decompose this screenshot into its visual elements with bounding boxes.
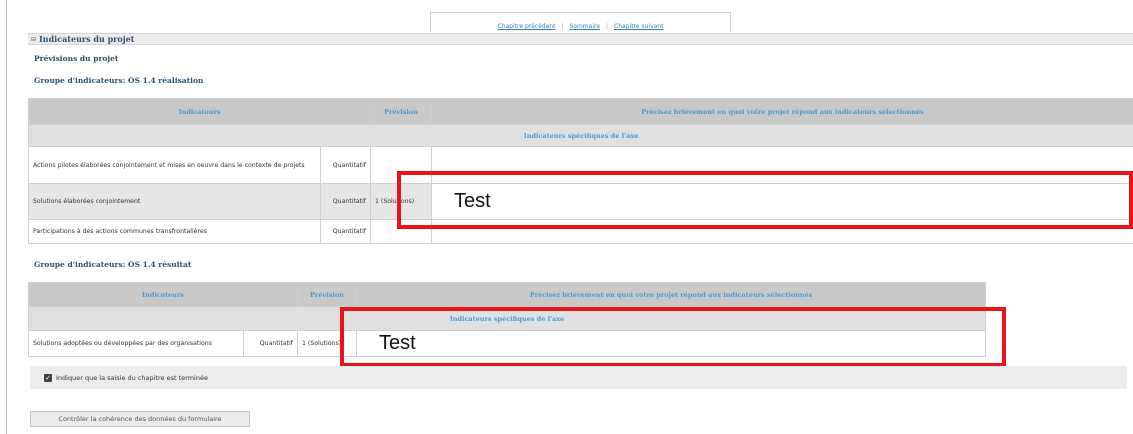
indicator-forecast: 1 (Solutions) [370, 183, 432, 220]
previous-chapter-link[interactable]: Chapitre précédent [498, 23, 556, 30]
col-header-description: Précisez brièvement en quoi votre projet… [356, 282, 986, 307]
table-row: Solutions élaborées conjointement Quanti… [28, 183, 1133, 220]
table-header-row: Indicateurs Prévision Précisez brièvemen… [28, 282, 986, 307]
col-header-description: Précisez brièvement en quoi votre projet… [431, 98, 1133, 125]
group1-title: Groupe d'indicateurs: OS 1.4 réalisation [34, 76, 204, 85]
table-row: Participations à des actions communes tr… [28, 219, 1133, 244]
table-header-row: Indicateurs Prévision Précisez brièvemen… [28, 98, 1133, 125]
indicator-type: Quantitatif [320, 183, 371, 220]
nav-separator: | [606, 23, 609, 30]
indicator-type: Quantitatif [320, 146, 371, 184]
indicator-label: Participations à des actions communes tr… [28, 219, 321, 244]
answer-value: Test [379, 332, 416, 354]
collapse-toggle-icon[interactable]: ⊟ [31, 36, 36, 43]
section-header[interactable]: ⊟ Indicateurs du projet [28, 33, 1133, 45]
answer-value: Test [454, 190, 491, 212]
answer-value [432, 220, 454, 242]
indicator-type: Quantitatif [320, 219, 371, 244]
indicator-forecast [370, 219, 432, 244]
indicator-label: Solutions adoptées ou développées par de… [28, 330, 244, 357]
group2-title: Groupe d'indicateurs: OS 1.4 résultat [34, 260, 192, 269]
section-title: Indicateurs du projet [39, 34, 135, 44]
next-chapter-link[interactable]: Chapitre suivant [614, 23, 663, 30]
col-header-forecast: Prévision [297, 282, 357, 307]
subheader-specific-indicators: Indicateurs spécifiques de l'axe [28, 306, 986, 331]
answer-field[interactable] [431, 146, 1133, 184]
indicator-forecast: 1 (Solutions) [297, 330, 357, 357]
summary-link[interactable]: Sommaire [569, 23, 600, 30]
nav-separator: | [561, 23, 564, 30]
indicator-label: Solutions élaborées conjointement [28, 183, 321, 220]
indicator-label: Actions pilotes élaborées conjointement … [28, 146, 321, 184]
col-header-forecast: Prévision [370, 98, 432, 125]
completion-checkbox[interactable]: ✓ [44, 373, 52, 382]
col-header-indicators: Indicateurs [28, 98, 371, 125]
answer-field[interactable]: Test [356, 330, 986, 357]
answer-value [432, 154, 454, 176]
group2-indicator-table: Indicateurs Prévision Précisez brièvemen… [28, 282, 986, 357]
completion-label: Indiquer que la saisie du chapitre est t… [56, 373, 208, 382]
table-subheader-row: Indicateurs spécifiques de l'axe [28, 124, 1133, 147]
group1-indicator-table: Indicateurs Prévision Précisez brièvemen… [28, 98, 1133, 244]
indicator-forecast [370, 146, 432, 184]
left-border [6, 0, 7, 434]
col-header-indicators: Indicateurs [28, 282, 298, 307]
forecast-title: Prévisions du projet [34, 54, 119, 63]
table-row: Actions pilotes élaborées conjointement … [28, 146, 1133, 184]
check-consistency-button[interactable]: Contrôler la cohérence des données du fo… [30, 411, 250, 427]
indicator-type: Quantitatif [243, 330, 298, 357]
table-subheader-row: Indicateurs spécifiques de l'axe [28, 306, 986, 331]
answer-field[interactable]: Test [431, 183, 1133, 220]
chapter-navigation: Chapitre précédent | Sommaire | Chapitre… [430, 12, 731, 32]
answer-field[interactable] [431, 219, 1133, 244]
completion-row: ✓ Indiquer que la saisie du chapitre est… [30, 366, 1127, 389]
subheader-specific-indicators: Indicateurs spécifiques de l'axe [28, 124, 1133, 147]
table-row: Solutions adoptées ou développées par de… [28, 330, 986, 357]
